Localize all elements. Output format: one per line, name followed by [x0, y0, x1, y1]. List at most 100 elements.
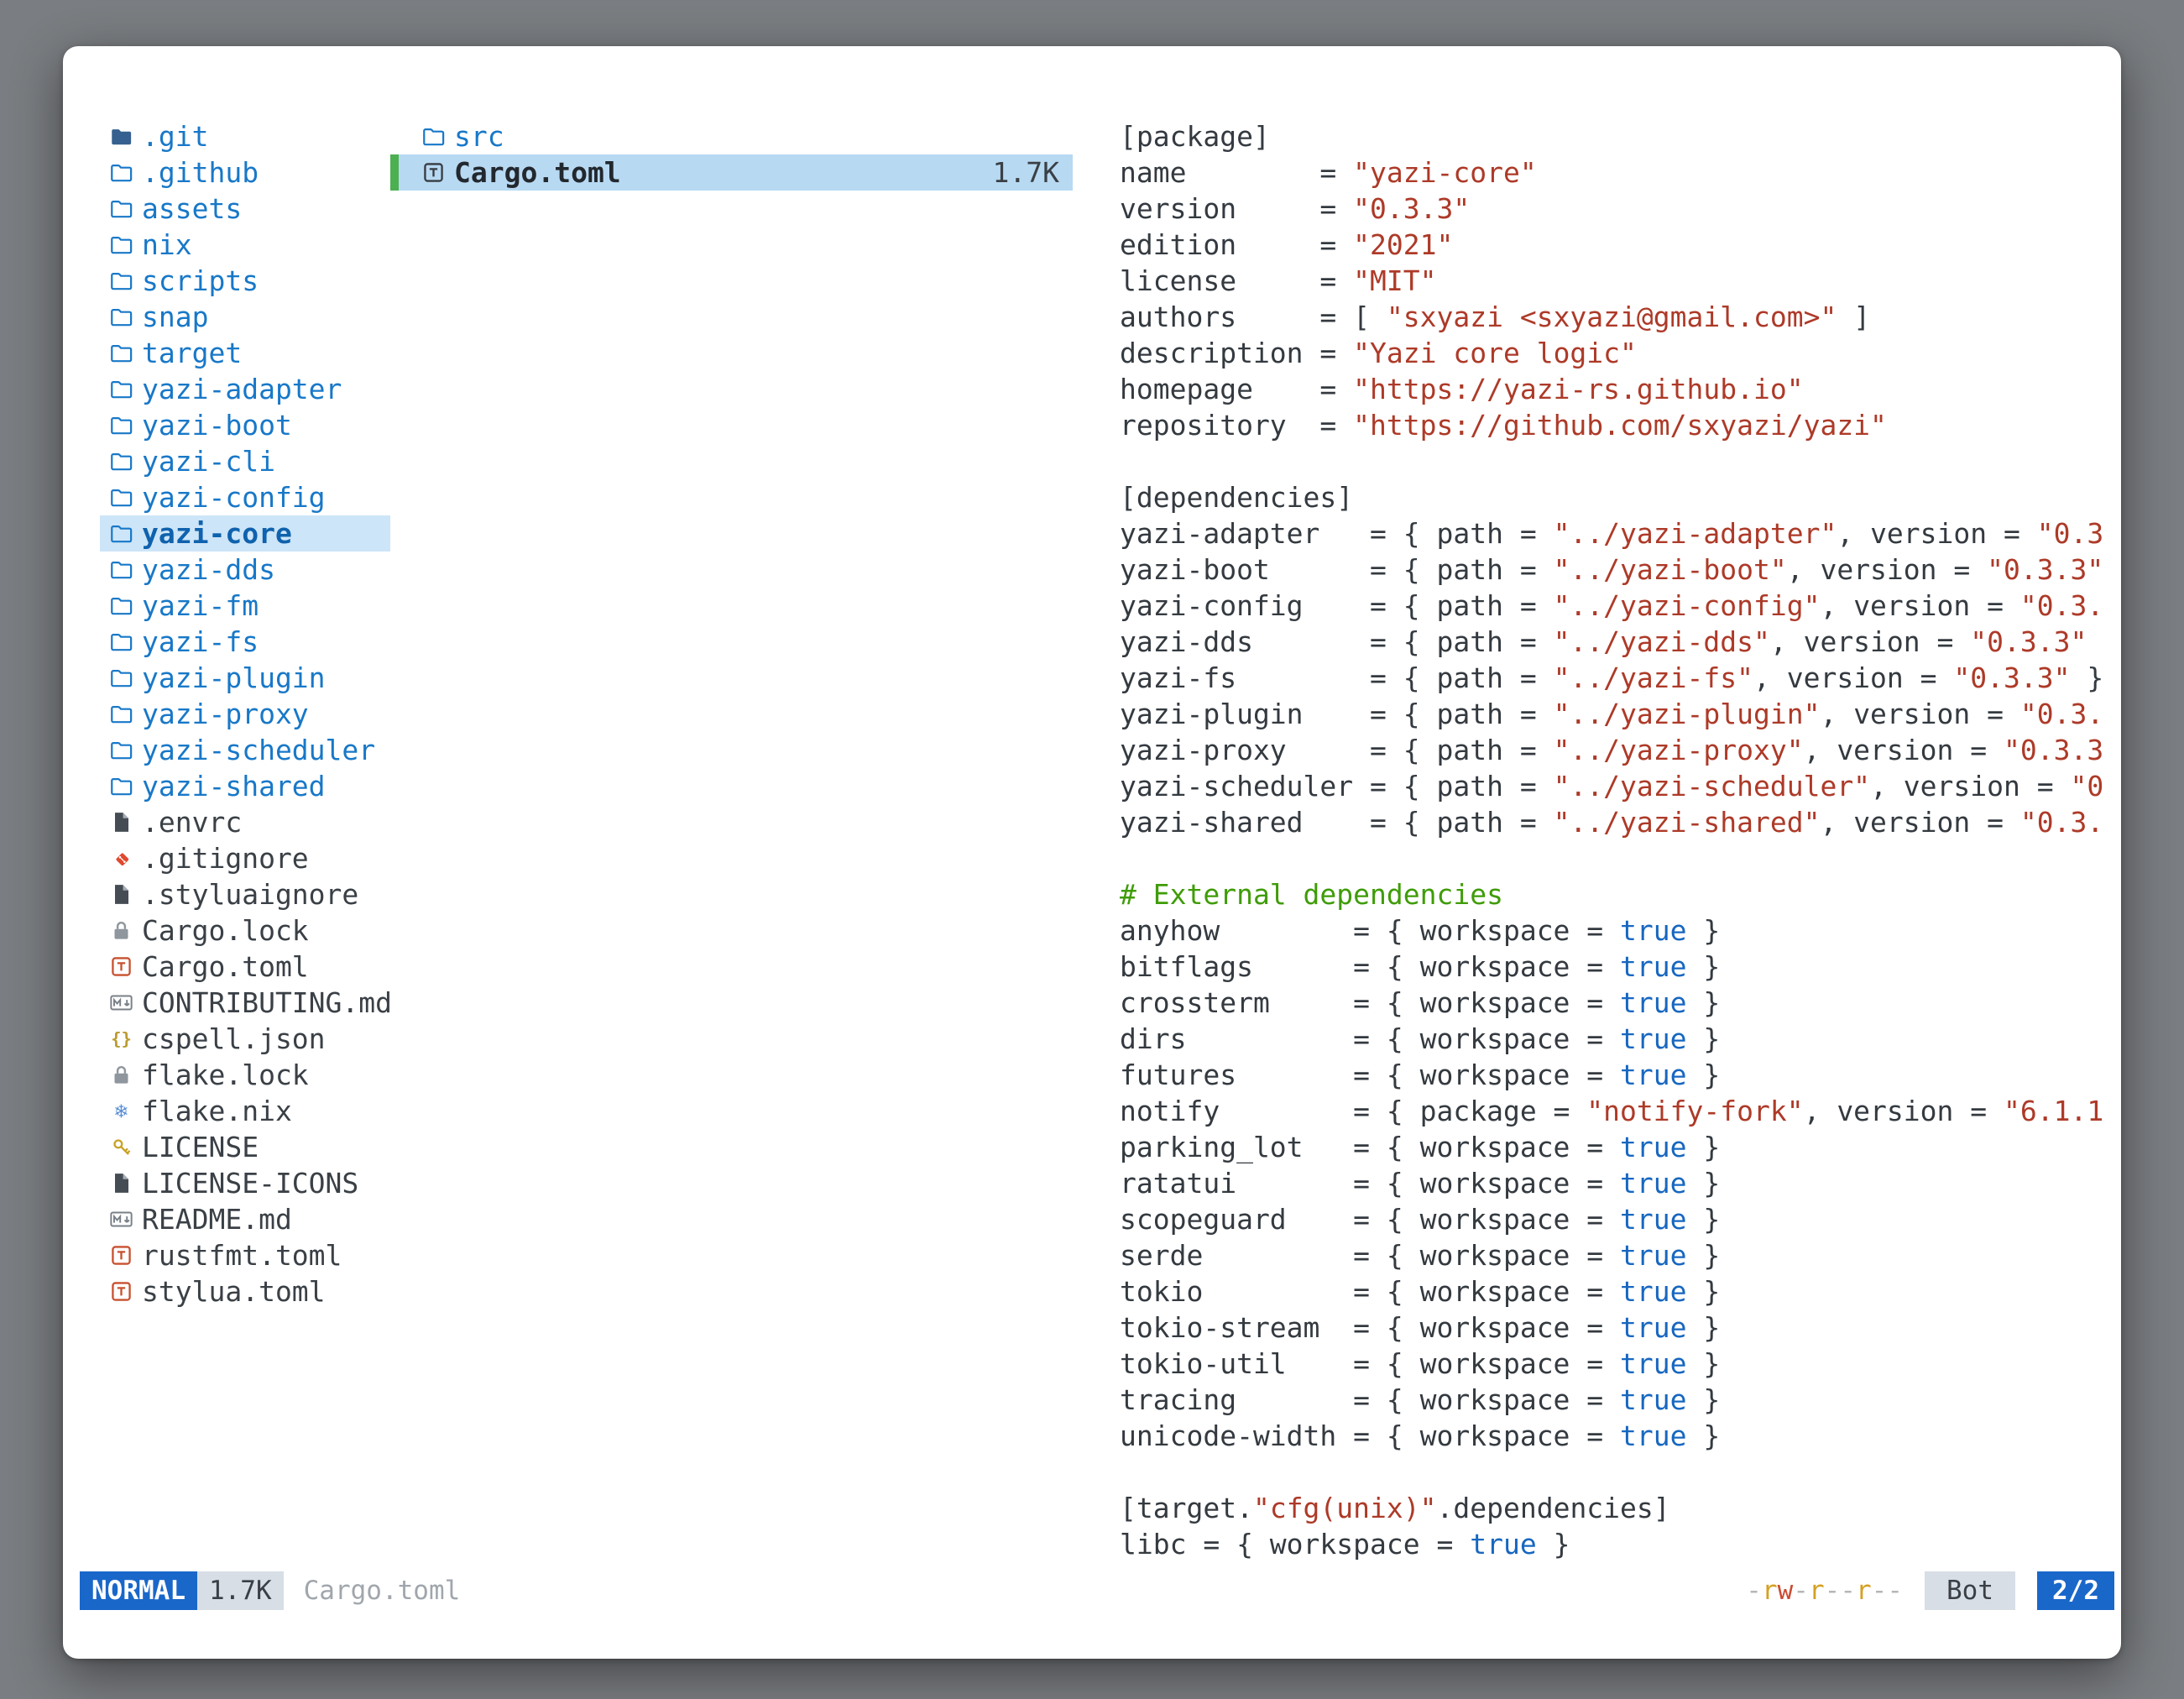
- file-row[interactable]: yazi-fm: [100, 588, 390, 624]
- file-manager-panes: .git.githubassetsnixscriptssnaptargetyaz…: [63, 46, 2121, 1571]
- file-row[interactable]: CONTRIBUTING.md: [100, 985, 390, 1021]
- file-row[interactable]: ❄flake.nix: [100, 1093, 390, 1129]
- preview-line: [package]: [1120, 118, 2121, 154]
- file-row[interactable]: scripts: [100, 263, 390, 299]
- preview-line: yazi-proxy = { path = "../yazi-proxy", v…: [1120, 732, 2121, 768]
- preview-line: notify = { package = "notify-fork", vers…: [1120, 1093, 2121, 1129]
- preview-line: homepage = "https://yazi-rs.github.io": [1120, 371, 2121, 407]
- folder-icon: [108, 737, 142, 763]
- license-icon: [108, 1134, 142, 1160]
- file-name: src: [454, 120, 504, 153]
- folder-icon: [108, 484, 142, 510]
- preview-line: yazi-shared = { path = "../yazi-shared",…: [1120, 804, 2121, 840]
- folder-icon: [421, 123, 454, 149]
- file-row[interactable]: rustfmt.toml: [100, 1237, 390, 1273]
- file-name: scripts: [142, 264, 259, 297]
- preview-line: anyhow = { workspace = true }: [1120, 912, 2121, 949]
- file-name: yazi-config: [142, 481, 326, 514]
- git-folder-icon: [108, 123, 142, 149]
- file-row[interactable]: yazi-shared: [100, 768, 390, 804]
- file-row[interactable]: Cargo.lock: [100, 912, 390, 949]
- preview-line: license = "MIT": [1120, 263, 2121, 299]
- file-row[interactable]: .envrc: [100, 804, 390, 840]
- preview-line: dirs = { workspace = true }: [1120, 1021, 2121, 1057]
- file-row[interactable]: nix: [100, 227, 390, 263]
- file-name: yazi-boot: [142, 409, 292, 442]
- file-name: flake.lock: [142, 1059, 309, 1091]
- preview-line: yazi-boot = { path = "../yazi-boot", ver…: [1120, 552, 2121, 588]
- preview-line: edition = "2021": [1120, 227, 2121, 263]
- file-name: .styluaignore: [142, 878, 358, 911]
- file-row[interactable]: assets: [100, 191, 390, 227]
- file-row[interactable]: flake.lock: [100, 1057, 390, 1093]
- file-row[interactable]: yazi-boot: [100, 407, 390, 443]
- file-row[interactable]: LICENSE: [100, 1129, 390, 1165]
- toml-icon: [108, 954, 142, 980]
- nix-icon: ❄: [108, 1098, 142, 1124]
- file-row[interactable]: src: [390, 118, 1073, 154]
- marked-indicator: [390, 154, 399, 191]
- file-row[interactable]: Cargo.toml1.7K: [390, 154, 1073, 191]
- folder-icon: [108, 232, 142, 258]
- preview-line: yazi-plugin = { path = "../yazi-plugin",…: [1120, 696, 2121, 732]
- file-row[interactable]: .styluaignore: [100, 876, 390, 912]
- file-name: Cargo.lock: [142, 914, 309, 947]
- file-row[interactable]: yazi-core: [100, 515, 390, 552]
- parent-pane[interactable]: .git.githubassetsnixscriptssnaptargetyaz…: [63, 118, 390, 1571]
- file-row[interactable]: .github: [100, 154, 390, 191]
- svg-text:❄: ❄: [113, 1101, 128, 1122]
- file-name: yazi-proxy: [142, 698, 309, 730]
- file-name: .gitignore: [142, 842, 309, 875]
- file-row[interactable]: yazi-scheduler: [100, 732, 390, 768]
- folder-icon: [108, 593, 142, 619]
- file-name: yazi-plugin: [142, 661, 326, 694]
- file-row[interactable]: LICENSE-ICONS: [100, 1165, 390, 1201]
- file-row[interactable]: .gitignore: [100, 840, 390, 876]
- file-name: LICENSE-ICONS: [142, 1167, 358, 1200]
- file-row[interactable]: yazi-dds: [100, 552, 390, 588]
- file-icon: [108, 1170, 142, 1196]
- file-name: yazi-scheduler: [142, 734, 375, 766]
- folder-icon: [108, 701, 142, 727]
- file-name: Cargo.toml: [142, 950, 309, 983]
- file-row[interactable]: stylua.toml: [100, 1273, 390, 1310]
- file-row[interactable]: yazi-config: [100, 479, 390, 515]
- preview-line: yazi-scheduler = { path = "../yazi-sched…: [1120, 768, 2121, 804]
- file-size: 1.7K: [993, 156, 1059, 189]
- preview-line: [1120, 840, 2121, 876]
- file-row[interactable]: README.md: [100, 1201, 390, 1237]
- file-row[interactable]: {}cspell.json: [100, 1021, 390, 1057]
- current-pane[interactable]: srcCargo.toml1.7K: [390, 118, 1073, 1571]
- file-name: CONTRIBUTING.md: [142, 986, 390, 1019]
- preview-line: [target."cfg(unix)".dependencies]: [1120, 1490, 2121, 1526]
- file-row[interactable]: yazi-plugin: [100, 660, 390, 696]
- preview-line: [1120, 443, 2121, 479]
- file-row[interactable]: .git: [100, 118, 390, 154]
- file-name: stylua.toml: [142, 1275, 326, 1308]
- preview-line: name = "yazi-core": [1120, 154, 2121, 191]
- file-row[interactable]: Cargo.toml: [100, 949, 390, 985]
- preview-line: bitflags = { workspace = true }: [1120, 949, 2121, 985]
- preview-pane[interactable]: [package]name = "yazi-core"version = "0.…: [1073, 118, 2121, 1571]
- file-row[interactable]: snap: [100, 299, 390, 335]
- lock-icon: [108, 917, 142, 944]
- file-row[interactable]: yazi-cli: [100, 443, 390, 479]
- preview-line: crossterm = { workspace = true }: [1120, 985, 2121, 1021]
- file-row[interactable]: yazi-adapter: [100, 371, 390, 407]
- preview-line: repository = "https://github.com/sxyazi/…: [1120, 407, 2121, 443]
- git-icon: [108, 845, 142, 871]
- file-row[interactable]: yazi-proxy: [100, 696, 390, 732]
- json-icon: {}: [108, 1026, 142, 1052]
- preview-line: ratatui = { workspace = true }: [1120, 1165, 2121, 1201]
- preview-line: # External dependencies: [1120, 876, 2121, 912]
- preview-line: yazi-adapter = { path = "../yazi-adapter…: [1120, 515, 2121, 552]
- preview-line: tokio = { workspace = true }: [1120, 1273, 2121, 1310]
- file-name: yazi-core: [142, 517, 292, 550]
- folder-icon: [108, 304, 142, 330]
- scroll-position-badge: Bot: [1925, 1571, 2015, 1610]
- preview-line: description = "Yazi core logic": [1120, 335, 2121, 371]
- file-row[interactable]: yazi-fs: [100, 624, 390, 660]
- preview-line: futures = { workspace = true }: [1120, 1057, 2121, 1093]
- file-row[interactable]: target: [100, 335, 390, 371]
- file-name: cspell.json: [142, 1022, 326, 1055]
